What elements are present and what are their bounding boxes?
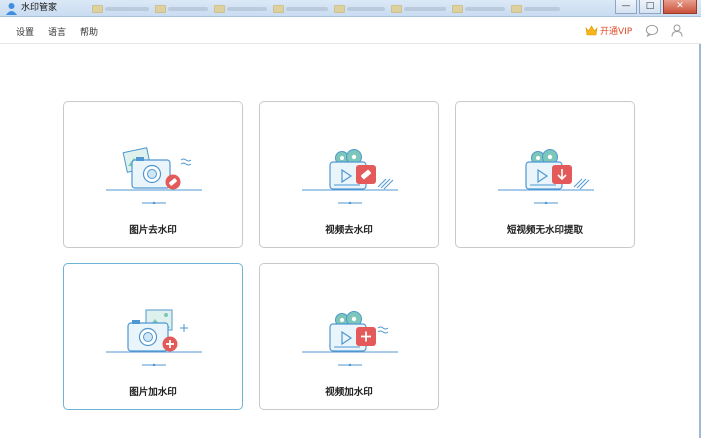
- folder-icon: [155, 4, 166, 13]
- folder-icon: [511, 4, 522, 13]
- card-short-video-extract[interactable]: 短视频无水印提取: [455, 101, 635, 248]
- background-tab: [391, 3, 446, 14]
- background-tab: [214, 3, 267, 14]
- card-video-remove-watermark[interactable]: 视频去水印: [259, 101, 439, 248]
- card-image-remove-watermark[interactable]: 图片去水印: [63, 101, 243, 248]
- card-label: 视频加水印: [325, 387, 373, 398]
- menu-items: 设置 语言 帮助: [16, 25, 98, 38]
- menu-item-language[interactable]: 语言: [48, 25, 66, 38]
- folder-icon: [214, 4, 225, 13]
- background-tab: [452, 3, 505, 14]
- maximize-button[interactable]: □: [639, 0, 661, 14]
- background-tab: [334, 3, 385, 14]
- crown-icon: [585, 25, 598, 36]
- app-logo-icon: [6, 3, 17, 15]
- vip-label: 开通VIP: [600, 27, 633, 37]
- folder-icon: [334, 4, 345, 13]
- video-eraser-icon: [302, 149, 398, 204]
- minimize-button[interactable]: —: [615, 0, 637, 14]
- menu-bar: 设置 语言 帮助 开通VIP: [0, 17, 701, 44]
- camera-eraser-icon: [106, 147, 202, 204]
- menu-item-settings[interactable]: 设置: [16, 25, 34, 38]
- background-tab: [511, 3, 560, 14]
- vip-button[interactable]: 开通VIP: [585, 24, 632, 37]
- card-label: 图片加水印: [129, 387, 177, 398]
- background-tab: [92, 3, 149, 14]
- chat-bubble-icon[interactable]: [645, 24, 659, 37]
- background-tab: [155, 3, 208, 14]
- video-add-icon: [302, 311, 398, 366]
- card-label: 视频去水印: [325, 225, 373, 236]
- card-image-add-watermark[interactable]: 图片加水印: [63, 263, 243, 410]
- video-download-icon: [498, 149, 594, 204]
- card-label: 短视频无水印提取: [506, 225, 583, 236]
- close-button[interactable]: ✕: [663, 0, 697, 14]
- user-icon[interactable]: [671, 24, 683, 37]
- camera-add-icon: [106, 309, 202, 366]
- folder-icon: [92, 4, 103, 13]
- title-bar: 水印管家 — □ ✕: [0, 0, 701, 17]
- card-label: 图片去水印: [129, 225, 177, 236]
- background-taskbar-tabs: [92, 3, 560, 14]
- window-title: 水印管家: [21, 3, 58, 13]
- menu-item-help[interactable]: 帮助: [80, 25, 98, 38]
- card-video-add-watermark[interactable]: 视频加水印: [259, 263, 439, 410]
- folder-icon: [452, 4, 463, 13]
- folder-icon: [391, 4, 402, 13]
- window-controls: — □ ✕: [615, 0, 697, 14]
- folder-icon: [273, 4, 284, 13]
- background-tab: [273, 3, 328, 14]
